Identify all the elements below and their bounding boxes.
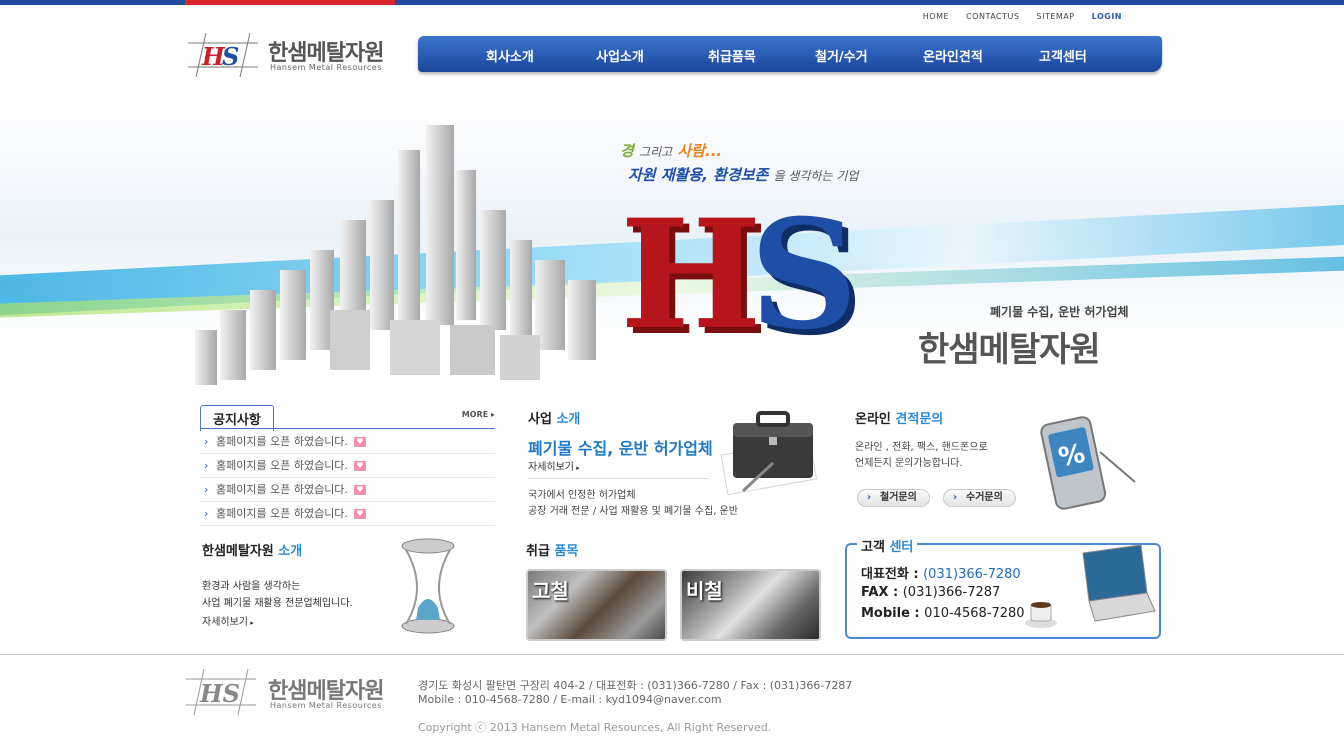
main-phone-row: 대표전화 : (031)366-7280: [861, 567, 1021, 582]
mobile-phone-icon: %: [1040, 416, 1136, 510]
business-more-link[interactable]: 자세히보기: [528, 458, 580, 473]
non-ferrous-thumbnail[interactable]: 비철: [680, 569, 821, 641]
login-link[interactable]: LOGIN: [1092, 12, 1122, 21]
demolition-inquiry-button[interactable]: 철거문의: [857, 489, 930, 507]
top-accent-bar: [0, 0, 1344, 5]
business-divider: [528, 478, 708, 479]
notice-item[interactable]: 홈페이지를 오픈 하였습니다.♥: [200, 502, 495, 526]
notice-item[interactable]: 홈페이지를 오픈 하였습니다.♥: [200, 454, 495, 478]
sitemap-link[interactable]: SITEMAP: [1037, 12, 1075, 21]
footer-contact: Mobile : 010-4568-7280 / E-mail : kyd109…: [418, 693, 722, 706]
contactus-link[interactable]: CONTACTUS: [966, 12, 1019, 21]
business-desc-2: 공장 거래 전문 / 사업 재활용 및 폐기물 수집, 운반: [528, 506, 738, 517]
business-desc-1: 국가에서 인정한 허가업체: [528, 490, 636, 501]
svg-text:S: S: [222, 42, 239, 71]
nav-item-company[interactable]: 회사소개: [486, 46, 534, 65]
hero-banner: 경 그리고 사람... 자원 재활용, 환경보존 을 생각하는 기업 HS 폐기…: [0, 100, 1344, 400]
customer-center-box: 고객 센터 대표전화 : (031)366-7280 FAX : (031)36…: [845, 536, 1161, 639]
intro-desc-1: 환경과 사람을 생각하는: [202, 581, 301, 592]
nav-item-online-quote[interactable]: 온라인견적: [923, 46, 983, 65]
intro-desc-2: 사업 폐기물 재활용 전문업체입니다.: [202, 598, 353, 609]
non-ferrous-label: 비철: [686, 579, 723, 603]
customer-center-title: 고객 센터: [857, 536, 918, 555]
business-headline: 폐기물 수집, 운반 허가업체: [528, 439, 713, 458]
collection-inquiry-button[interactable]: 수거문의: [943, 489, 1016, 507]
fax-row: FAX : (031)366-7287: [861, 585, 1001, 600]
briefcase-icon: [720, 411, 818, 496]
scrap-iron-thumbnail[interactable]: 고철: [526, 569, 667, 641]
notice-list: 홈페이지를 오픈 하였습니다.♥ 홈페이지를 오픈 하였습니다.♥ 홈페이지를 …: [200, 430, 495, 526]
svg-text:HS: HS: [199, 679, 240, 708]
online-quote-section: 온라인 견적문의 온라인 , 전화, 팩스, 핸드폰으로 언제든지 문의가능합니…: [855, 408, 1145, 518]
scrap-iron-label: 고철: [532, 579, 569, 603]
new-icon: ♥: [353, 461, 366, 471]
hero-company-name: 한샘메탈자원: [918, 330, 1101, 370]
online-desc-2: 언제든지 문의가능합니다.: [855, 458, 963, 469]
hero-slogan: 경 그리고 사람...: [620, 142, 723, 160]
city-skyline-image: [195, 125, 596, 385]
new-icon: ♥: [353, 509, 366, 519]
intro-more-link[interactable]: 자세히보기: [202, 613, 254, 628]
online-desc-1: 온라인 , 전화, 팩스, 핸드폰으로: [855, 442, 988, 453]
top-accent-red: [185, 0, 395, 5]
home-link[interactable]: HOME: [923, 12, 949, 21]
nav-item-demolition[interactable]: 철거/수거: [815, 46, 868, 65]
hourglass-icon: [401, 538, 455, 634]
new-icon: ♥: [353, 485, 366, 495]
hs-logo-mark-icon: H S: [188, 33, 258, 77]
notice-item[interactable]: 홈페이지를 오픈 하였습니다.♥: [200, 478, 495, 502]
new-icon: ♥: [353, 437, 366, 447]
site-logo[interactable]: H S 한샘메탈자원 Hansem Metal Resources: [188, 33, 398, 78]
company-intro-section: 한샘메탈자원 소개 환경과 사람을 생각하는 사업 폐기물 재활용 전문업체입니…: [202, 538, 482, 640]
nav-item-business[interactable]: 사업소개: [596, 46, 644, 65]
mobile-row: Mobile : 010-4568-7280: [861, 606, 1025, 621]
logo-subtitle: Hansem Metal Resources: [270, 63, 382, 72]
utility-links: HOME CONTACTUS SITEMAP LOGIN: [909, 12, 1122, 21]
hs-footer-logo-icon: HS: [186, 669, 256, 715]
footer-logo-subtitle: Hansem Metal Resources: [270, 701, 382, 710]
notice-more-link[interactable]: MORE ▸: [462, 410, 495, 419]
footer-address: 경기도 화성시 팔탄면 구장리 404-2 / 대표전화 : (031)366-…: [418, 679, 853, 692]
products-section: 취급 품목 고철 비철: [526, 540, 826, 641]
nav-item-products[interactable]: 취급품목: [708, 46, 756, 65]
hero-tagline: 폐기물 수집, 운반 허가업체: [990, 305, 1129, 319]
business-intro-section: 사업 소개 폐기물 수집, 운반 허가업체 자세히보기 국가에서 인정한 허가업…: [528, 408, 828, 523]
footer-logo: HS 한샘메탈자원 Hansem Metal Resources: [186, 669, 396, 715]
hero-slogan-line2: 자원 재활용, 환경보존 을 생각하는 기업: [628, 166, 859, 184]
footer-copyright: Copyright ⓒ 2013 Hansem Metal Resources,…: [418, 721, 772, 734]
hs-3d-logo: HS: [620, 187, 858, 363]
nav-item-customer-center[interactable]: 고객센터: [1039, 46, 1087, 65]
main-nav: 회사소개 사업소개 취급품목 철거/수거 온라인견적 고객센터: [418, 36, 1162, 72]
laptop-coffee-icon: [1025, 544, 1156, 628]
items-title: 취급 품목: [526, 544, 579, 559]
footer: HS 한샘메탈자원 Hansem Metal Resources 경기도 화성시…: [0, 654, 1344, 753]
notice-divider: [200, 428, 495, 429]
notice-item[interactable]: 홈페이지를 오픈 하였습니다.♥: [200, 430, 495, 454]
